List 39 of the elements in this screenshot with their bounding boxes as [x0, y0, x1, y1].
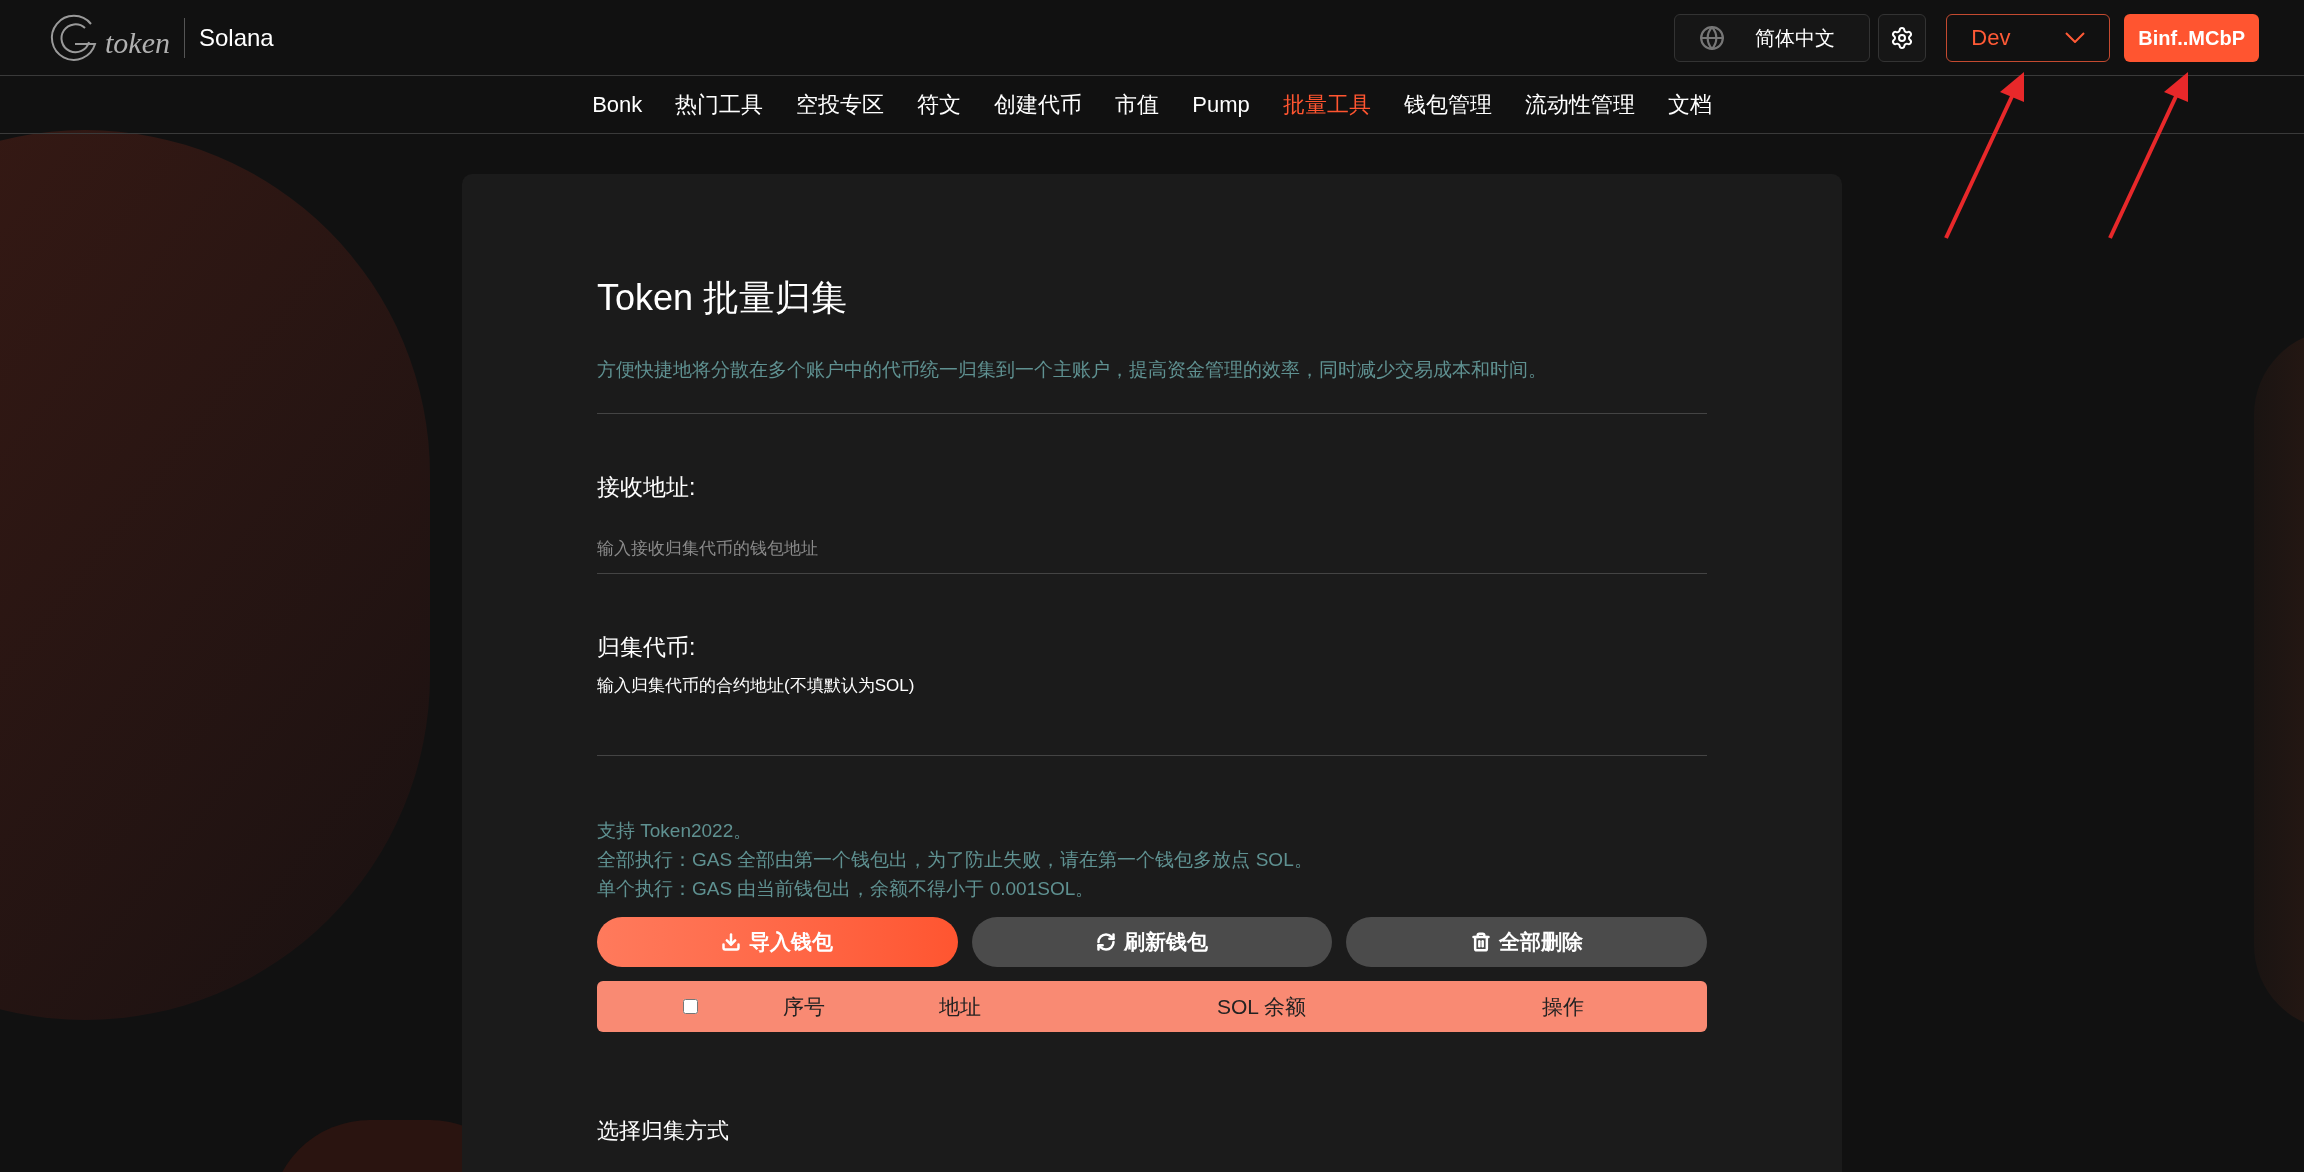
token-field-hint: 输入归集代币的合约地址(不填默认为SOL) — [597, 674, 916, 697]
action-button[interactable]: 全部删除 — [1346, 917, 1707, 967]
settings-button[interactable] — [1878, 13, 1927, 62]
nav-link[interactable]: Pump — [1192, 88, 1250, 121]
select-all-checkbox[interactable] — [682, 999, 698, 1014]
network-label: Solana — [198, 22, 274, 53]
page-description: 方便快捷地将分散在多个账户中的代币统一归集到一个主账户，提高资金管理的效率，同时减少交易成本和时间。 — [597, 358, 1548, 382]
nav-link[interactable]: Bonk — [592, 88, 643, 121]
nav-link[interactable]: 符文 — [917, 88, 962, 121]
nav-link[interactable]: 空投专区 — [796, 88, 885, 121]
note-text: 支持 Token2022。 — [597, 819, 754, 843]
environment-select[interactable]: Dev — [1946, 13, 2111, 62]
logo-text: token — [105, 25, 170, 61]
download-icon — [721, 932, 742, 952]
nav-link[interactable]: 钱包管理 — [1403, 88, 1492, 121]
column-header: 地址 — [939, 993, 981, 1020]
receive-address-field[interactable]: 输入接收归集代币的钱包地址 — [597, 524, 1707, 574]
nav-link[interactable]: 文档 — [1667, 88, 1712, 121]
language-button[interactable]: 简体中文 — [1674, 13, 1871, 62]
receive-label: 接收地址: — [597, 472, 697, 502]
column-header: SOL 余额 — [1217, 993, 1307, 1020]
nav-link[interactable]: 热门工具 — [675, 88, 764, 121]
globe-icon — [1699, 24, 1726, 51]
page-title: Token 批量归集 — [597, 276, 849, 320]
refresh-icon — [1096, 932, 1116, 952]
method-label: 选择归集方式 — [597, 1117, 730, 1145]
settings-icon — [1890, 25, 1915, 50]
column-header: 操作 — [1542, 993, 1584, 1020]
nav-link[interactable]: 市值 — [1115, 88, 1160, 121]
action-button[interactable]: 刷新钱包 — [971, 917, 1333, 967]
token-label: 归集代币: — [597, 633, 697, 662]
nav-link[interactable]: 创建代币 — [994, 88, 1083, 121]
note-text: 全部执行：GAS 全部由第一个钱包出，为了防止失败，请在第一个钱包多放点 SOL。 — [597, 848, 1314, 872]
chevron-down-icon — [2065, 32, 2086, 43]
column-header: 序号 — [783, 993, 825, 1020]
nav-link[interactable]: 批量工具 — [1282, 88, 1371, 121]
nav-link[interactable]: 流动性管理 — [1524, 88, 1635, 121]
note-text: 单个执行：GAS 由当前钱包出，余额不得小于 0.001SOL。 — [597, 877, 1096, 901]
trash-icon — [1470, 932, 1491, 952]
